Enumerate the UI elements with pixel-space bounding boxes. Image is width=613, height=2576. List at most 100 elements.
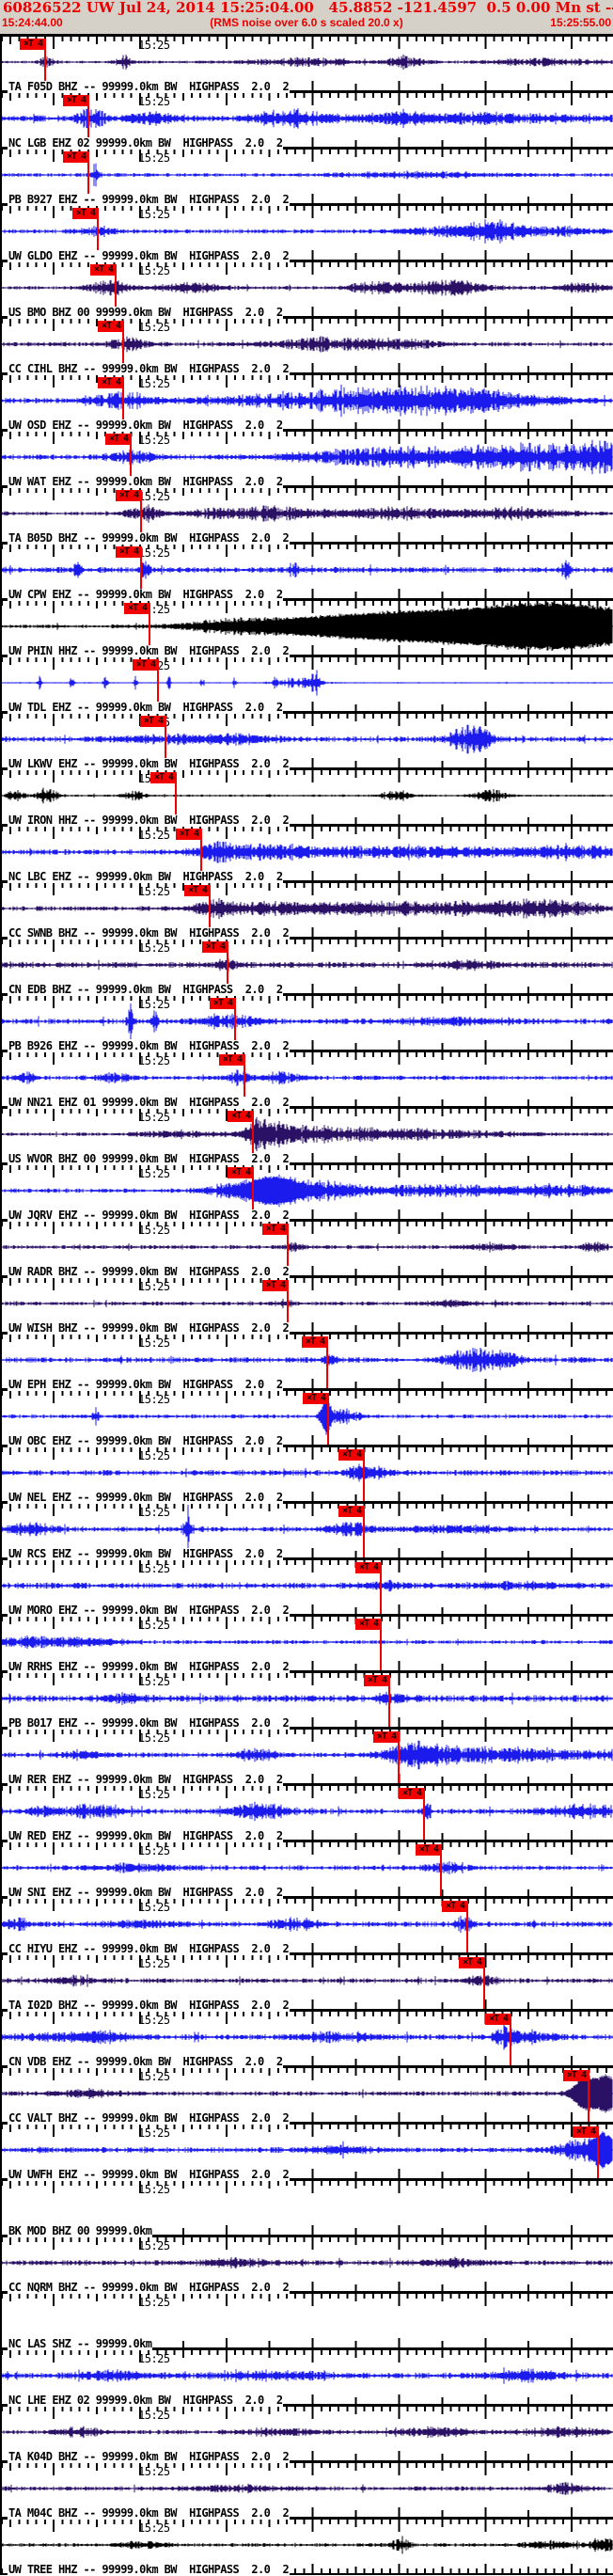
pick-flag[interactable]: ×T 4 <box>338 1506 365 1517</box>
pick-flag[interactable]: ×T 4 <box>262 1224 289 1235</box>
pick-flag[interactable]: ×T 4 <box>416 1844 442 1856</box>
time-tick-label: 15:25 <box>138 2465 170 2478</box>
pick-flag[interactable]: ×T 4 <box>133 659 159 671</box>
trace-label: TA M04C BHZ -- 99999.0km BW HIGHPASS 2.0… <box>8 2506 291 2520</box>
pick-flag[interactable]: ×T 4 <box>302 1336 328 1348</box>
pick-flag[interactable]: ×T 4 <box>364 1675 390 1686</box>
event-summary-text: 60826522 UW Jul 24, 2014 15:25:04.00 45.… <box>3 0 613 16</box>
pick-flag[interactable]: ×T 4 <box>355 1562 382 1573</box>
trace-label: UW NN21 EHZ 01 99999.0km BW HIGHPASS 2.0… <box>8 1096 291 1109</box>
time-tick-label: 15:25 <box>138 1675 170 1688</box>
pick-flag[interactable]: ×T 4 <box>124 603 150 614</box>
trace-label: UW OSD EHZ -- 99999.0km BW HIGHPASS 2.0 … <box>8 419 284 432</box>
time-tick-label: 15:25 <box>138 2183 170 2196</box>
seismic-picker-window: 60826522 UW Jul 24, 2014 15:25:04.00 45.… <box>0 0 613 2576</box>
pick-flag[interactable]: ×T 4 <box>355 1619 382 1630</box>
trace-panel: 15:25 ×T 4 UW WAT EHZ -- 99999.0km BW HI… <box>2 429 613 488</box>
pick-flag[interactable]: ×T 4 <box>98 321 124 332</box>
trace-label: UW GLDO EHZ -- 99999.0km BW HIGHPASS 2.0… <box>8 249 291 262</box>
time-tick-label: 15:25 <box>138 151 170 165</box>
trace-panel: 15:25 UW TREE HHZ -- 99999.0km BW HIGHPA… <box>2 2517 613 2576</box>
pick-flag[interactable]: ×T 4 <box>228 1167 254 1178</box>
time-tick-label: 15:25 <box>138 1280 170 1293</box>
pick-flag[interactable]: ×T 4 <box>219 1054 245 1066</box>
pick-flag[interactable]: ×T 4 <box>573 2126 599 2138</box>
trace-label: CC VALT BHZ -- 99999.0km BW HIGHPASS 2.0… <box>8 2111 291 2125</box>
pick-flag[interactable]: ×T 4 <box>373 1731 400 1743</box>
time-tick-label: 15:25 <box>138 2409 170 2422</box>
pick-flag[interactable]: ×T 4 <box>459 1957 485 1968</box>
pick-flag[interactable]: ×T 4 <box>116 546 142 558</box>
trace-panel: 15:25 ×T 4 UW NEL EHZ -- 99999.0km BW HI… <box>2 1445 613 1504</box>
time-tick-label: 15:25 <box>138 2239 170 2252</box>
rms-scale-note: (RMS noise over 6.0 s scaled 20.0 x) <box>210 16 403 29</box>
pick-flag[interactable]: ×T 4 <box>563 2070 589 2081</box>
pick-flag[interactable]: ×T 4 <box>63 151 89 163</box>
pick-flag[interactable]: ×T 4 <box>90 264 117 276</box>
time-tick-label: 15:25 <box>138 1619 170 1632</box>
time-tick-label: 15:25 <box>138 208 170 221</box>
trace-label: PB B927 EHZ -- 99999.0km BW HIGHPASS 2.0… <box>8 193 291 206</box>
trace-panel: 15:25 NC LAS SHZ -- 99999.0km <box>2 2291 613 2350</box>
trace-label: UW WISH BHZ -- 99999.0km BW HIGHPASS 2.0… <box>8 1321 291 1335</box>
trace-panel: 15:25 ×T 4 CC VALT BHZ -- 99999.0km BW H… <box>2 2065 613 2125</box>
pick-flag[interactable]: ×T 4 <box>303 1393 329 1404</box>
trace-panel: 15:25 ×T 4 TA F05D BHZ -- 99999.0km BW H… <box>2 34 613 93</box>
time-tick-label: 15:25 <box>138 1731 170 1745</box>
time-tick-label: 15:25 <box>138 1506 170 1519</box>
pick-flag[interactable]: ×T 4 <box>262 1280 289 1291</box>
pick-flag[interactable]: ×T 4 <box>228 1111 254 1122</box>
trace-panel: 15:25 ×T 4 UW RER EHZ -- 99999.0km BW HI… <box>2 1727 613 1786</box>
trace-panel: 15:25 ×T 4 UW TDL EHZ -- 99999.0km BW HI… <box>2 655 613 714</box>
trace-panel: 15:25 ×T 4 UW PHIN HHZ -- 99999.0km BW H… <box>2 598 613 657</box>
trace-panel: 15:25 ×T 4 UW NN21 EHZ 01 99999.0km BW H… <box>2 1050 613 1109</box>
trace-panel: 15:25 ×T 4 CC SWNB BHZ -- 99999.0km BW H… <box>2 880 613 940</box>
pick-flag[interactable]: ×T 4 <box>485 2014 511 2025</box>
trace-panel: 15:25 ×T 4 UW LKWV EHZ -- 99999.0km BW H… <box>2 711 613 770</box>
pick-flag[interactable]: ×T 4 <box>98 377 124 388</box>
time-tick-label: 15:25 <box>138 39 170 52</box>
time-tick-label: 15:25 <box>138 546 170 560</box>
trace-panel: 15:25 ×T 4 CN EDB BHZ -- 99999.0km BW HI… <box>2 937 613 996</box>
trace-label: UW CPW EHZ -- 99999.0km BW HIGHPASS 2.0 … <box>8 588 284 601</box>
trace-panel: 15:25 ×T 4 UW IRON HHZ -- 99999.0km BW H… <box>2 767 613 827</box>
trace-panel: 15:25 ×T 4 UW EPH EHZ -- 99999.0km BW HI… <box>2 1332 613 1391</box>
trace-panel: 15:25 ×T 4 UW WISH BHZ -- 99999.0km BW H… <box>2 1275 613 1335</box>
trace-label: UW NEL EHZ -- 99999.0km BW HIGHPASS 2.0 … <box>8 1491 284 1504</box>
trace-panel: 15:25 ×T 4 PB B017 EHZ -- 99999.0km BW H… <box>2 1670 613 1730</box>
trace-panel: 15:25 ×T 4 UW MORO EHZ -- 99999.0km BW H… <box>2 1557 613 1617</box>
pick-flag[interactable]: ×T 4 <box>399 1788 425 1799</box>
time-tick-label: 15:25 <box>138 490 170 503</box>
pick-flag[interactable]: ×T 4 <box>105 434 132 445</box>
pick-flag[interactable]: ×T 4 <box>116 490 142 501</box>
pick-flag[interactable]: ×T 4 <box>176 829 202 840</box>
time-tick-label: 15:25 <box>138 377 170 390</box>
trace-panel: 15:25 ×T 4 PB B927 EHZ -- 99999.0km BW H… <box>2 147 613 206</box>
pick-flag[interactable]: ×T 4 <box>150 772 177 783</box>
pick-flag[interactable]: ×T 4 <box>20 39 46 50</box>
pick-flag[interactable]: ×T 4 <box>184 885 211 896</box>
trace-panel: 15:25 ×T 4 CN VDB EHZ -- 99999.0km BW HI… <box>2 2009 613 2068</box>
trace-label: UW SNI EHZ -- 99999.0km BW HIGHPASS 2.0 … <box>8 1886 284 1899</box>
pick-flag[interactable]: ×T 4 <box>442 1901 468 1912</box>
trace-label: PB B926 EHZ -- 99999.0km BW HIGHPASS 2.0… <box>8 1039 291 1052</box>
trace-label: UW MORO EHZ -- 99999.0km BW HIGHPASS 2.0… <box>8 1604 291 1617</box>
trace-label: US WVOR BHZ 00 99999.0km BW HIGHPASS 2.0… <box>8 1152 291 1165</box>
pick-flag[interactable]: ×T 4 <box>210 998 236 1009</box>
pick-flag[interactable]: ×T 4 <box>202 941 228 953</box>
trace-label: TA I02D BHZ -- 99999.0km BW HIGHPASS 2.0… <box>8 1999 291 2012</box>
trace-panel: 15:25 ×T 4 CC CIHL BHZ -- 99999.0km BW H… <box>2 316 613 375</box>
pick-flag[interactable]: ×T 4 <box>63 95 89 106</box>
trace-label: PB B017 EHZ -- 99999.0km BW HIGHPASS 2.0… <box>8 1716 291 1730</box>
trace-panel: 15:25 ×T 4 NC LGB EHZ 02 99999.0km BW HI… <box>2 90 613 150</box>
trace-label: UW TDL EHZ -- 99999.0km BW HIGHPASS 2.0 … <box>8 701 284 714</box>
trace-label: NC LHE EHZ 02 99999.0km BW HIGHPASS 2.0 … <box>8 2394 284 2407</box>
trace-panel: 15:25 BK MOD BHZ 00 99999.0km <box>2 2178 613 2237</box>
pick-flag[interactable]: ×T 4 <box>338 1449 365 1461</box>
pick-flag[interactable]: ×T 4 <box>140 716 166 727</box>
pick-flag[interactable]: ×T 4 <box>72 208 99 219</box>
time-tick-label: 15:25 <box>138 95 170 108</box>
trace-panel: 15:25 ×T 4 UW RRHS EHZ -- 99999.0km BW H… <box>2 1614 613 1673</box>
trace-panel: 15:25 ×T 4 PB B926 EHZ -- 99999.0km BW H… <box>2 993 613 1052</box>
trace-panel: 15:25 ×T 4 UW RCS EHZ -- 99999.0km BW HI… <box>2 1501 613 1560</box>
